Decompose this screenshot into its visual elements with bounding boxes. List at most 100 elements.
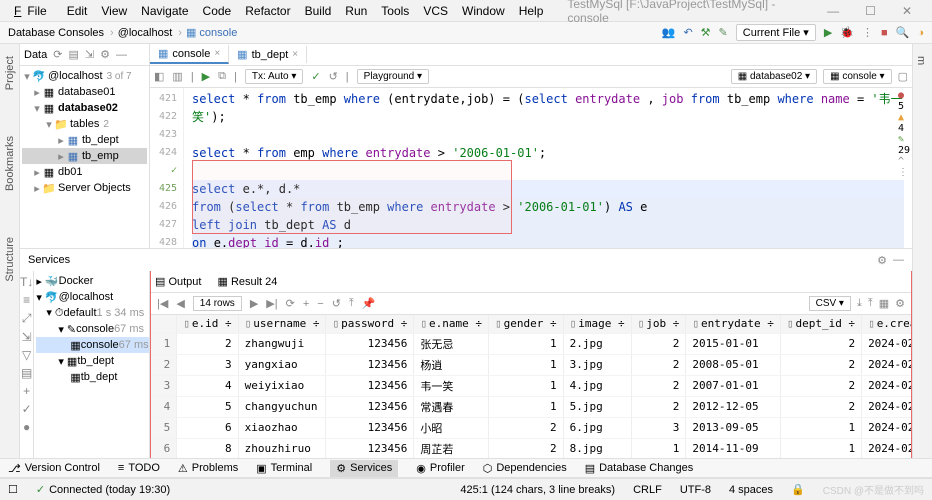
gear-icon[interactable]: ⚙ (100, 48, 110, 61)
result-grid[interactable]: ▯e.id ÷ ▯username ÷ ▯password ÷ ▯e.name … (151, 315, 911, 477)
first-icon[interactable]: |◀ (157, 297, 168, 310)
refresh-icon[interactable]: ⟳ (286, 297, 295, 310)
filter2-icon[interactable]: ▽ (22, 348, 31, 362)
run-config-select[interactable]: Current File ▾ (736, 24, 816, 41)
tree-server-objects[interactable]: ▸📁Server Objects (22, 180, 147, 196)
breadcrumb-c[interactable]: ▦ console (186, 26, 237, 39)
status-box-icon[interactable]: ☐ (8, 483, 18, 496)
updates-icon[interactable]: ◑ (917, 27, 924, 39)
close-icon[interactable]: × (292, 49, 298, 60)
tree-table-selected[interactable]: ▸▦tb_emp (22, 148, 147, 164)
col-gender[interactable]: ▯gender ÷ (488, 315, 563, 333)
filter-icon[interactable]: T↓ (20, 275, 33, 289)
stop-icon[interactable]: ■ (881, 27, 888, 39)
col-username[interactable]: ▯username ÷ (238, 315, 326, 333)
menu-view[interactable]: View (95, 2, 133, 20)
export-format[interactable]: CSV ▾ (809, 296, 851, 311)
table-row[interactable]: 34weiyixiao123456韦一笑14.jpg22007-01-01220… (151, 375, 911, 396)
add-icon[interactable]: + (23, 384, 30, 398)
col-deptid[interactable]: ▯dept_id ÷ (780, 315, 861, 333)
filter-icon[interactable]: ▤ (68, 48, 78, 61)
rail-bookmarks[interactable]: Bookmarks (2, 128, 18, 199)
view-icon[interactable]: ▦ (879, 297, 889, 310)
table-row[interactable]: 56xiaozhao123456小昭26.jpg32013-09-0512024… (151, 417, 911, 438)
split-icon[interactable]: ▢ (898, 70, 908, 83)
menu-vcs[interactable]: VCS (417, 2, 454, 20)
col-id[interactable]: ▯e.id ÷ (177, 315, 238, 333)
pin-icon[interactable]: ▥ (172, 70, 182, 83)
export-icon[interactable]: ⤓ (857, 297, 862, 310)
tab-console[interactable]: ▦console× (150, 45, 229, 64)
menu-window[interactable]: Window (456, 2, 511, 20)
col-job[interactable]: ▯job ÷ (631, 315, 686, 333)
tree-icon[interactable]: ⇲ (22, 330, 32, 344)
execute-icon[interactable]: ▶ (202, 70, 210, 83)
tab-tb-dept[interactable]: ▦tb_dept× (229, 46, 307, 63)
collapse-icon[interactable]: ⤢ (22, 311, 32, 326)
svc-default[interactable]: ▾ ⏱ default 1 s 34 ms (36, 305, 148, 321)
table-row[interactable]: 68zhouzhiruo123456周芷若28.jpg12014-11-0912… (151, 438, 911, 459)
rail-project[interactable]: Project (2, 48, 18, 98)
col-password[interactable]: ▯password ÷ (326, 315, 414, 333)
status-spaces[interactable]: 4 spaces (729, 484, 773, 496)
hide-icon[interactable]: — (893, 254, 904, 267)
col-entrydate[interactable]: ▯entrydate ÷ (686, 315, 780, 333)
wand-icon[interactable]: ✎ (719, 26, 728, 39)
close-icon[interactable]: ✕ (896, 2, 918, 20)
tree-datasource[interactable]: ▾🐬@localhost3 of 7 (22, 68, 147, 84)
rail-structure[interactable]: Structure (2, 229, 18, 290)
stop-icon[interactable]: ● (23, 420, 30, 434)
history-icon[interactable]: ◧ (154, 70, 164, 83)
run-icon[interactable]: ▶ (824, 26, 832, 39)
status-crlf[interactable]: CRLF (633, 484, 662, 496)
menu-tools[interactable]: Tools (375, 2, 415, 20)
prev-icon[interactable]: ◀ (176, 297, 184, 310)
import-icon[interactable]: ⤒ (868, 297, 873, 310)
hide-icon[interactable]: — (116, 49, 127, 61)
tool-vc[interactable]: ⎇ Version Control (8, 462, 100, 475)
explain-icon[interactable]: ⧉ (218, 70, 226, 83)
pin-icon[interactable]: 📌 (362, 297, 376, 310)
playground-select[interactable]: Playground ▾ (357, 69, 429, 84)
tool-dbchanges[interactable]: ▤ Database Changes (585, 462, 694, 475)
table-row[interactable]: 12zhangwuji123456张无忌12.jpg22015-01-01220… (151, 333, 911, 354)
session-select[interactable]: ▦ console ▾ (823, 69, 892, 84)
refresh-icon[interactable]: ⟳ (53, 48, 62, 61)
tree-tables[interactable]: ▾📁tables2 (22, 116, 147, 132)
tool-services[interactable]: ⚙ Services (330, 460, 398, 477)
debug-icon[interactable]: 🐞 (840, 26, 854, 39)
schema-select[interactable]: ▦ database02 ▾ (731, 69, 817, 84)
gear-icon[interactable]: ⚙ (877, 254, 887, 267)
search-icon[interactable]: 🔍 (896, 26, 910, 39)
menu-code[interactable]: Code (197, 2, 238, 20)
editor-body[interactable]: 421422423424 ✓ 425 426427428 select * fr… (150, 88, 912, 248)
col-image[interactable]: ▯image ÷ (563, 315, 631, 333)
next-icon[interactable]: ▶ (250, 297, 258, 310)
tree-table[interactable]: ▸▦tb_dept (22, 132, 147, 148)
tool-profiler[interactable]: ◉ Profiler (416, 462, 464, 475)
svc-docker[interactable]: ▸ 🐳 Docker (36, 273, 148, 289)
maximize-icon[interactable]: ☐ (859, 2, 882, 20)
svc-tbdept[interactable]: ▾ ▦ tb_dept (36, 353, 148, 369)
col-createtime[interactable]: ▯e.create_time ÷ (862, 315, 911, 333)
status-lock-icon[interactable]: 🔒 (791, 483, 805, 496)
menu-edit[interactable]: Edit (61, 2, 94, 20)
breadcrumb-b[interactable]: @localhost (118, 27, 173, 39)
users-icon[interactable]: 👥 (662, 26, 676, 39)
svc-console[interactable]: ▾ ✎ console 67 ms (36, 321, 148, 337)
tool-todo[interactable]: ≡ TODO (118, 462, 160, 474)
hammer-icon[interactable]: ⚒ (701, 26, 711, 39)
menu-file[interactable]: FFile (8, 2, 59, 20)
menu-run[interactable]: Run (339, 2, 373, 20)
close-icon[interactable]: × (214, 48, 220, 59)
tree-schema[interactable]: ▸▦database01 (22, 84, 147, 100)
del-row-icon[interactable]: − (317, 298, 323, 310)
add-row-icon[interactable]: + (303, 298, 309, 310)
tree-schema[interactable]: ▾▦database02 (22, 100, 147, 116)
last-icon[interactable]: ▶| (266, 297, 277, 310)
svc-host[interactable]: ▾ 🐬 @localhost (36, 289, 148, 305)
expand-icon[interactable]: ≡ (23, 293, 30, 307)
breadcrumb-a[interactable]: Database Consoles (8, 27, 104, 39)
revert-icon[interactable]: ↺ (332, 297, 341, 310)
rail-maven[interactable]: m (913, 48, 929, 73)
